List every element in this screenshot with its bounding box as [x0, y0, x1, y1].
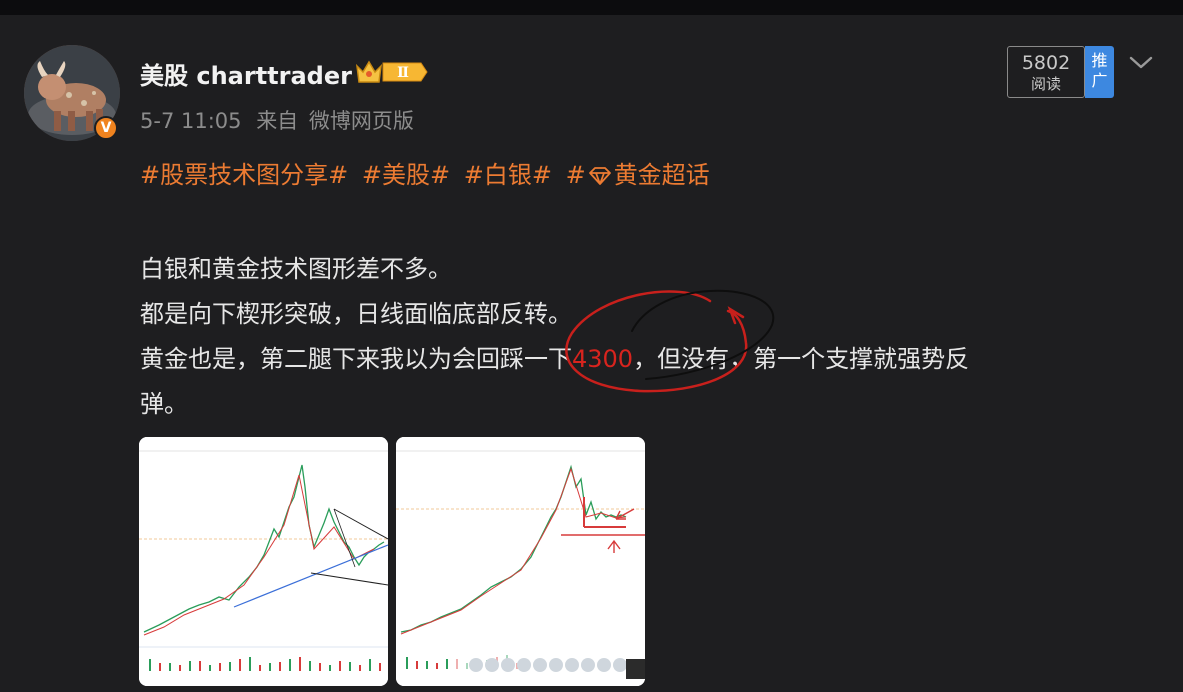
- body-line-3: 黄金也是，第二腿下来我以为会回踩一下4300，但没有，第一个支撑就强势反: [140, 337, 1130, 382]
- post-meta: 5-7 11:05 来自 微博网页版: [140, 105, 422, 135]
- body-line-1: 白银和黄金技术图形差不多。: [140, 255, 452, 283]
- chart-thumbnail-silver[interactable]: [139, 437, 388, 686]
- level-badge-text: Ⅱ: [397, 65, 409, 81]
- chart-thumbnail-gold[interactable]: [396, 437, 645, 686]
- read-count-box: 5802 阅读: [1007, 46, 1085, 98]
- username[interactable]: 美股 charttrader: [140, 56, 352, 91]
- tag-us-stocks[interactable]: #美股#: [362, 161, 450, 189]
- verified-icon: V: [94, 116, 118, 140]
- tag-stock-chart[interactable]: #股票技术图分享#: [140, 161, 348, 189]
- read-label: 阅读: [1030, 75, 1061, 93]
- crown-icon[interactable]: Ⅱ: [355, 58, 429, 86]
- tag-silver[interactable]: #白银#: [464, 161, 552, 189]
- gem-icon: [588, 167, 611, 185]
- source-prefix: 来自: [256, 109, 299, 133]
- verified-badge-text: V: [100, 120, 112, 136]
- tag-gold-super[interactable]: # 黄金超话: [566, 161, 710, 189]
- body-line-2: 都是向下楔形突破，日线面临底部反转。: [140, 300, 572, 328]
- timestamp[interactable]: 5-7 11:05: [140, 109, 242, 133]
- top-bar: [0, 0, 1183, 15]
- body-line-4: 弹。: [140, 390, 188, 418]
- tag-gold-label: 黄金超话: [613, 161, 710, 189]
- source-link[interactable]: 微博网页版: [309, 109, 414, 133]
- topic-tags: #股票技术图分享# #美股# #白银# # 黄金超话: [140, 155, 710, 190]
- promote-button[interactable]: 推广: [1085, 46, 1114, 98]
- highlight-4300: 4300: [572, 345, 634, 373]
- promote-label: 推广: [1091, 51, 1108, 90]
- body-line-3-before: 黄金也是，第二腿下来我以为会回踩一下: [140, 345, 572, 373]
- chevron-down-icon[interactable]: [1128, 54, 1154, 72]
- gold-chart-image: [396, 437, 645, 686]
- body-line-3-after: ，但没有，第一个支撑就强势反: [633, 345, 970, 373]
- silver-chart-image: [139, 437, 388, 686]
- read-count: 5802: [1021, 52, 1071, 74]
- tag-hash: #: [565, 161, 586, 189]
- post-body: 白银和黄金技术图形差不多。 都是向下楔形突破，日线面临底部反转。 黄金也是，第二…: [140, 247, 1130, 427]
